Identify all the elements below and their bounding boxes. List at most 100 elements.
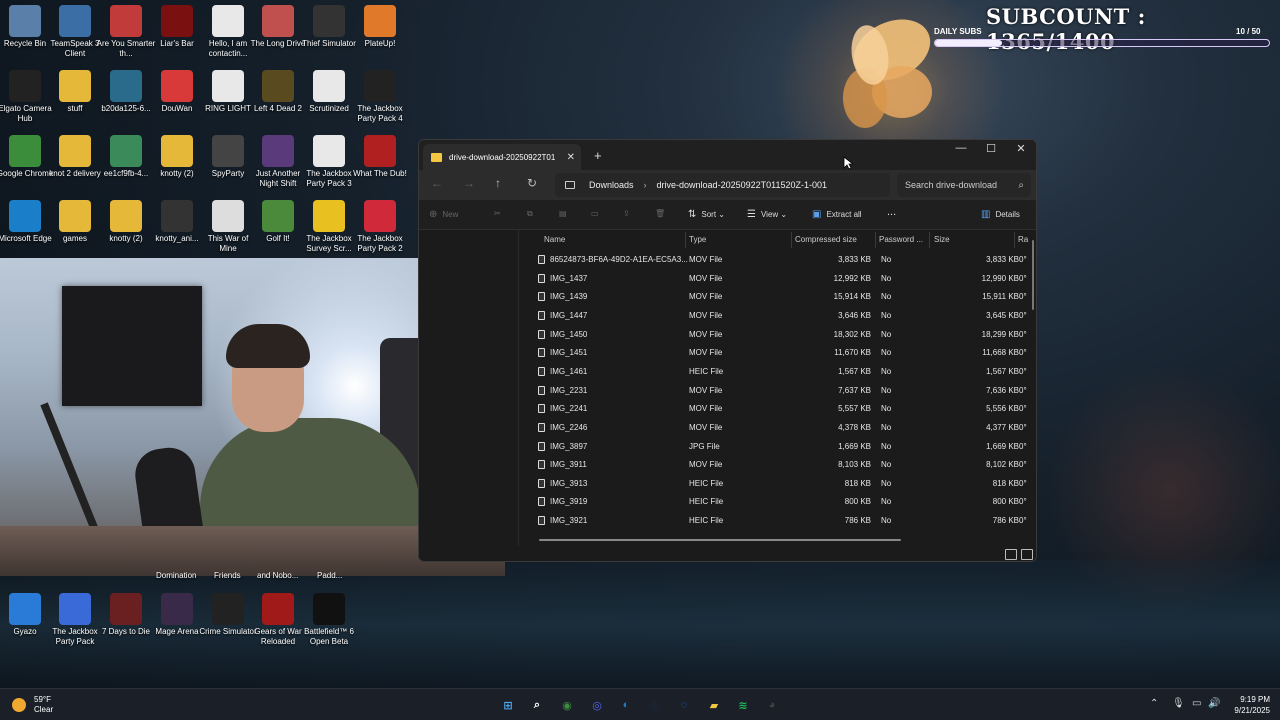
browser-icon[interactable]: ◌ (675, 696, 693, 714)
file-password: No (881, 348, 892, 358)
cut-icon[interactable]: ✂ (494, 209, 501, 218)
file-row[interactable]: 86524873-BF6A-49D2-A1EA-EC5A3... MOV File… (529, 251, 1034, 269)
liars-bar-icon (161, 5, 193, 37)
close-tab-icon[interactable]: ✕ (567, 152, 575, 163)
desktop-icon[interactable]: The Jackbox Party Pack 4 (350, 70, 410, 124)
file-size: 3,645 KB (986, 310, 1019, 320)
file-row[interactable]: IMG_1461 HEIC File 1,567 KB No 1,567 KB 0° (529, 363, 1034, 381)
folder-icon (110, 200, 142, 232)
clock[interactable]: 9:19 PM 9/21/2025 (1222, 694, 1270, 716)
column-compressed-size[interactable]: Compressed size (795, 235, 857, 244)
file-row[interactable]: IMG_3897 JPG File 1,669 KB No 1,669 KB 0° (529, 438, 1034, 456)
column-headers: Name Type Compressed size Password ... S… (419, 230, 1036, 250)
file-row[interactable]: IMG_1447 MOV File 3,646 KB No 3,645 KB 0° (529, 307, 1034, 325)
paste-icon[interactable]: ▤ (559, 209, 567, 218)
file-row[interactable]: IMG_1450 MOV File 18,302 KB No 18,299 KB 0° (529, 326, 1034, 344)
column-password[interactable]: Password ... (879, 235, 923, 244)
jackbox-icon (364, 70, 396, 102)
sort-button[interactable]: ⇅ Sort ⌄ (688, 209, 725, 220)
column-name[interactable]: Name (544, 235, 565, 244)
desktop-icon[interactable]: What The Dub! (350, 135, 410, 179)
spotify-icon[interactable]: ≋ (734, 696, 752, 714)
hidden-label[interactable]: Domination (156, 571, 196, 580)
details-button[interactable]: ▥ Details (981, 209, 1020, 220)
edge-icon[interactable]: ◐ (617, 696, 635, 714)
close-window-button[interactable]: ✕ (1006, 142, 1036, 162)
microphone-icon[interactable]: 🎙 (1172, 698, 1185, 709)
forward-button[interactable]: → (463, 176, 475, 190)
file-type: JPG File (689, 441, 720, 451)
file-ratio: 0° (1019, 329, 1027, 339)
file-size: 12,990 KB (981, 273, 1019, 283)
details-view-icon[interactable] (1005, 549, 1017, 560)
file-row[interactable]: IMG_3913 HEIC File 818 KB No 818 KB 0° (529, 475, 1034, 493)
file-row[interactable]: IMG_3921 HEIC File 786 KB No 786 KB 0° (529, 512, 1034, 530)
hidden-label[interactable]: and Nobo... (257, 571, 298, 580)
column-size[interactable]: Size (934, 235, 950, 244)
delete-icon[interactable]: 🗑 (655, 209, 665, 218)
up-button[interactable]: ↑ (495, 176, 501, 190)
recycle-bin-icon (9, 5, 41, 37)
explorer-tab[interactable]: drive-download-20250922T01 ✕ (423, 144, 581, 170)
desktop-icon[interactable]: Battlefield™ 6 Open Beta (299, 593, 359, 647)
tiles-view-icon[interactable] (1021, 549, 1033, 560)
back-button[interactable]: ← (431, 176, 443, 190)
chrome-icon[interactable]: ◉ (558, 696, 576, 714)
obs-icon[interactable]: ◕ (763, 696, 781, 714)
rename-icon[interactable]: ▭ (591, 209, 599, 218)
jackbox-icon (313, 200, 345, 232)
address-bar[interactable]: Downloads › drive-download-20250922T0115… (555, 173, 890, 197)
file-name: IMG_1439 (550, 292, 588, 302)
desktop-icon-label: The Jackbox Party Pack 2 (357, 234, 403, 253)
new-button[interactable]: ⊕ New (429, 209, 458, 220)
file-row[interactable]: IMG_1439 MOV File 15,914 KB No 15,911 KB 0° (529, 288, 1034, 306)
hidden-label[interactable]: Friends (214, 571, 241, 580)
column-type[interactable]: Type (689, 235, 706, 244)
breadcrumb-current-folder[interactable]: drive-download-20250922T011520Z-1-001 (657, 180, 827, 190)
discord-icon[interactable]: ◎ (588, 696, 606, 714)
gyazo-icon (9, 593, 41, 625)
chevron-up-icon[interactable]: ⌃ (1150, 698, 1158, 709)
douwan-icon (161, 70, 193, 102)
desktop-icon[interactable]: PlateUp! (350, 5, 410, 49)
maximize-button[interactable]: ☐ (976, 142, 1006, 162)
file-icon (538, 273, 545, 283)
view-button[interactable]: ☰ View ⌄ (747, 209, 787, 220)
navigation-pane[interactable] (419, 230, 519, 546)
copy-icon[interactable]: ⧉ (527, 209, 533, 219)
search-icon[interactable]: ⌕ (528, 696, 546, 714)
volume-icon[interactable]: 🔊 (1208, 698, 1220, 709)
file-row[interactable]: IMG_1437 MOV File 12,992 KB No 12,990 KB 0° (529, 270, 1034, 288)
file-name: IMG_3911 (550, 460, 587, 470)
hidden-label[interactable]: Padd... (317, 571, 342, 580)
new-tab-button[interactable]: + (594, 148, 602, 163)
file-row[interactable]: IMG_3911 MOV File 8,103 KB No 8,102 KB 0° (529, 456, 1034, 474)
file-row[interactable]: IMG_2246 MOV File 4,378 KB No 4,377 KB 0° (529, 419, 1034, 437)
network-icon[interactable]: ▭ (1192, 698, 1201, 709)
file-row[interactable]: IMG_3919 HEIC File 800 KB No 800 KB 0° (529, 493, 1034, 511)
file-compressed-size: 1,567 KB (838, 366, 871, 376)
weather-widget[interactable]: 59°F Clear (12, 695, 53, 715)
extract-all-button[interactable]: ▣ Extract all (812, 209, 862, 220)
file-name: IMG_2231 (550, 385, 588, 395)
more-options-button[interactable]: ... (887, 206, 896, 218)
desktop-icon[interactable]: The Jackbox Party Pack 2 (350, 200, 410, 254)
start-icon[interactable]: ⊞ (499, 696, 517, 714)
refresh-button[interactable]: ↻ (527, 176, 537, 190)
file-row[interactable]: IMG_2241 MOV File 5,557 KB No 5,556 KB 0° (529, 400, 1034, 418)
horizontal-scrollbar[interactable] (539, 539, 901, 541)
vertical-scrollbar[interactable] (1032, 240, 1034, 310)
breadcrumb-downloads[interactable]: Downloads (589, 180, 634, 190)
file-row[interactable]: IMG_1451 MOV File 11,670 KB No 11,668 KB 0° (529, 344, 1034, 362)
file-ratio: 0° (1019, 404, 1027, 414)
column-ratio[interactable]: Ra (1018, 235, 1028, 244)
steam-icon[interactable]: ◍ (646, 696, 664, 714)
minimize-button[interactable]: — (946, 142, 976, 162)
share-icon[interactable]: ⇪ (623, 209, 630, 218)
jackbox-icon (59, 593, 91, 625)
file-row[interactable]: IMG_2231 MOV File 7,637 KB No 7,636 KB 0° (529, 382, 1034, 400)
file-compressed-size: 3,646 KB (838, 310, 871, 320)
search-input[interactable]: Search drive-download ⌕ (897, 173, 1031, 197)
title-bar[interactable]: drive-download-20250922T01 ✕ + — ☐ ✕ (419, 140, 1036, 170)
file-explorer-icon[interactable]: ▰ (705, 696, 723, 714)
